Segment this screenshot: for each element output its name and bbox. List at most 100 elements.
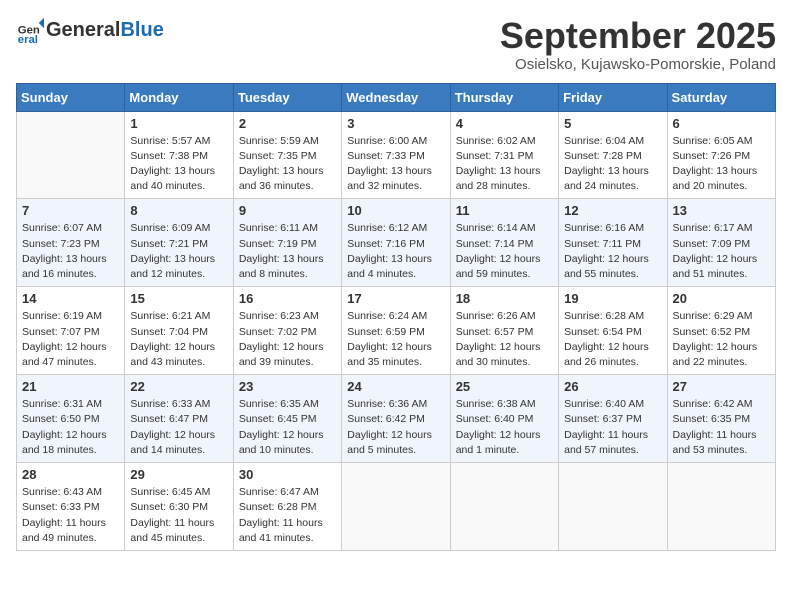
day-number: 2 <box>239 116 336 131</box>
day-number: 18 <box>456 291 553 306</box>
day-number: 10 <box>347 203 444 218</box>
day-number: 14 <box>22 291 119 306</box>
day-info: Sunrise: 6:43 AMSunset: 6:33 PMDaylight:… <box>22 485 119 546</box>
day-cell: 23 Sunrise: 6:35 AMSunset: 6:45 PMDayligh… <box>233 375 341 463</box>
day-cell: 24Sunrise: 6:36 AMSunset: 6:42 PMDayligh… <box>342 375 450 463</box>
day-cell: 13 Sunrise: 6:17 AMSunset: 7:09 PMDayligh… <box>667 199 775 287</box>
day-info: Sunrise: 6:19 AMSunset: 7:07 PMDaylight:… <box>22 309 119 370</box>
day-cell: 21 Sunrise: 6:31 AMSunset: 6:50 PMDayligh… <box>17 375 125 463</box>
day-number: 22 <box>130 379 227 394</box>
day-cell: 15 Sunrise: 6:21 AMSunset: 7:04 PMDayligh… <box>125 287 233 375</box>
day-info: Sunrise: 6:29 AMSunset: 6:52 PMDaylight:… <box>673 309 770 370</box>
day-info: Sunrise: 6:11 AMSunset: 7:19 PMDaylight:… <box>239 221 336 282</box>
day-cell: 9Sunrise: 6:11 AMSunset: 7:19 PMDaylight… <box>233 199 341 287</box>
week-row-5: 28Sunrise: 6:43 AMSunset: 6:33 PMDayligh… <box>17 463 776 551</box>
day-number: 29 <box>130 467 227 482</box>
day-number: 15 <box>130 291 227 306</box>
day-cell <box>450 463 558 551</box>
day-number: 26 <box>564 379 661 394</box>
day-cell: 19 Sunrise: 6:28 AMSunset: 6:54 PMDayligh… <box>559 287 667 375</box>
day-number: 4 <box>456 116 553 131</box>
location: Osielsko, Kujawsko-Pomorskie, Poland <box>500 56 776 73</box>
day-number: 7 <box>22 203 119 218</box>
day-number: 1 <box>130 116 227 131</box>
day-cell <box>342 463 450 551</box>
day-cell: 16Sunrise: 6:23 AMSunset: 7:02 PMDayligh… <box>233 287 341 375</box>
day-number: 11 <box>456 203 553 218</box>
day-info: Sunrise: 6:28 AMSunset: 6:54 PMDaylight:… <box>564 309 661 370</box>
day-number: 3 <box>347 116 444 131</box>
header-cell-saturday: Saturday <box>667 83 775 111</box>
day-number: 23 <box>239 379 336 394</box>
month-title: September 2025 <box>500 16 776 56</box>
day-info: Sunrise: 6:14 AMSunset: 7:14 PMDaylight:… <box>456 221 553 282</box>
day-info: Sunrise: 6:42 AMSunset: 6:35 PMDaylight:… <box>673 397 770 458</box>
day-number: 17 <box>347 291 444 306</box>
day-info: Sunrise: 6:24 AMSunset: 6:59 PMDaylight:… <box>347 309 444 370</box>
header-cell-thursday: Thursday <box>450 83 558 111</box>
day-info: Sunrise: 6:23 AMSunset: 7:02 PMDaylight:… <box>239 309 336 370</box>
logo-line2: Blue <box>120 19 163 41</box>
day-cell: 20 Sunrise: 6:29 AMSunset: 6:52 PMDayligh… <box>667 287 775 375</box>
day-number: 27 <box>673 379 770 394</box>
day-cell: 26Sunrise: 6:40 AMSunset: 6:37 PMDayligh… <box>559 375 667 463</box>
day-info: Sunrise: 6:31 AMSunset: 6:50 PMDaylight:… <box>22 397 119 458</box>
svg-text:eral: eral <box>18 34 38 44</box>
header-cell-friday: Friday <box>559 83 667 111</box>
day-cell: 6 Sunrise: 6:05 AMSunset: 7:26 PMDaylight… <box>667 111 775 199</box>
page-header: Gen eral GeneralBlue September 2025 Osie… <box>16 16 776 73</box>
day-cell: 28Sunrise: 6:43 AMSunset: 6:33 PMDayligh… <box>17 463 125 551</box>
day-info: Sunrise: 6:26 AMSunset: 6:57 PMDaylight:… <box>456 309 553 370</box>
day-cell: 3 Sunrise: 6:00 AMSunset: 7:33 PMDaylight… <box>342 111 450 199</box>
day-cell: 7 Sunrise: 6:07 AMSunset: 7:23 PMDaylight… <box>17 199 125 287</box>
day-cell: 8Sunrise: 6:09 AMSunset: 7:21 PMDaylight… <box>125 199 233 287</box>
day-number: 6 <box>673 116 770 131</box>
day-info: Sunrise: 5:59 AMSunset: 7:35 PMDaylight:… <box>239 134 336 195</box>
day-cell: 5 Sunrise: 6:04 AMSunset: 7:28 PMDaylight… <box>559 111 667 199</box>
day-info: Sunrise: 6:12 AMSunset: 7:16 PMDaylight:… <box>347 221 444 282</box>
day-info: Sunrise: 6:33 AMSunset: 6:47 PMDaylight:… <box>130 397 227 458</box>
calendar-body: 1 Sunrise: 5:57 AMSunset: 7:38 PMDaylight… <box>17 111 776 550</box>
day-cell: 10 Sunrise: 6:12 AMSunset: 7:16 PMDayligh… <box>342 199 450 287</box>
calendar-table: SundayMondayTuesdayWednesdayThursdayFrid… <box>16 83 776 551</box>
day-number: 8 <box>130 203 227 218</box>
week-row-3: 14 Sunrise: 6:19 AMSunset: 7:07 PMDayligh… <box>17 287 776 375</box>
day-info: Sunrise: 5:57 AMSunset: 7:38 PMDaylight:… <box>130 134 227 195</box>
logo-line1: General <box>46 19 120 41</box>
header-cell-monday: Monday <box>125 83 233 111</box>
day-info: Sunrise: 6:04 AMSunset: 7:28 PMDaylight:… <box>564 134 661 195</box>
calendar-header: SundayMondayTuesdayWednesdayThursdayFrid… <box>17 83 776 111</box>
day-cell <box>667 463 775 551</box>
day-info: Sunrise: 6:45 AMSunset: 6:30 PMDaylight:… <box>130 485 227 546</box>
day-number: 19 <box>564 291 661 306</box>
logo-text: GeneralBlue <box>46 19 164 41</box>
week-row-4: 21 Sunrise: 6:31 AMSunset: 6:50 PMDayligh… <box>17 375 776 463</box>
day-info: Sunrise: 6:17 AMSunset: 7:09 PMDaylight:… <box>673 221 770 282</box>
week-row-1: 1 Sunrise: 5:57 AMSunset: 7:38 PMDaylight… <box>17 111 776 199</box>
header-row: SundayMondayTuesdayWednesdayThursdayFrid… <box>17 83 776 111</box>
day-cell: 25Sunrise: 6:38 AMSunset: 6:40 PMDayligh… <box>450 375 558 463</box>
day-number: 13 <box>673 203 770 218</box>
day-info: Sunrise: 6:36 AMSunset: 6:42 PMDaylight:… <box>347 397 444 458</box>
day-number: 21 <box>22 379 119 394</box>
day-info: Sunrise: 6:07 AMSunset: 7:23 PMDaylight:… <box>22 221 119 282</box>
day-info: Sunrise: 6:00 AMSunset: 7:33 PMDaylight:… <box>347 134 444 195</box>
day-info: Sunrise: 6:21 AMSunset: 7:04 PMDaylight:… <box>130 309 227 370</box>
logo: Gen eral GeneralBlue <box>16 16 164 44</box>
day-number: 5 <box>564 116 661 131</box>
day-info: Sunrise: 6:35 AMSunset: 6:45 PMDaylight:… <box>239 397 336 458</box>
day-number: 20 <box>673 291 770 306</box>
day-cell: 29 Sunrise: 6:45 AMSunset: 6:30 PMDayligh… <box>125 463 233 551</box>
day-number: 12 <box>564 203 661 218</box>
day-cell: 27 Sunrise: 6:42 AMSunset: 6:35 PMDayligh… <box>667 375 775 463</box>
day-cell: 12Sunrise: 6:16 AMSunset: 7:11 PMDayligh… <box>559 199 667 287</box>
day-cell: 11 Sunrise: 6:14 AMSunset: 7:14 PMDayligh… <box>450 199 558 287</box>
header-cell-tuesday: Tuesday <box>233 83 341 111</box>
day-cell <box>17 111 125 199</box>
day-info: Sunrise: 6:05 AMSunset: 7:26 PMDaylight:… <box>673 134 770 195</box>
day-cell: 18 Sunrise: 6:26 AMSunset: 6:57 PMDayligh… <box>450 287 558 375</box>
day-number: 25 <box>456 379 553 394</box>
logo-icon: Gen eral <box>16 16 44 44</box>
day-cell: 22 Sunrise: 6:33 AMSunset: 6:47 PMDayligh… <box>125 375 233 463</box>
day-number: 30 <box>239 467 336 482</box>
